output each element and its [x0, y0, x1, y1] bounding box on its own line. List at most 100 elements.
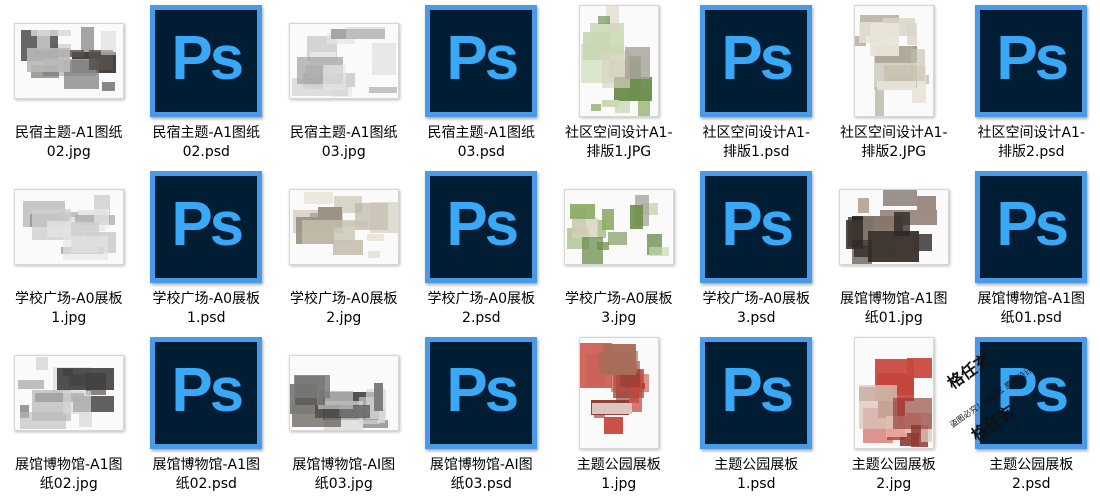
file-grid: 民宿主题-A1图纸 02.jpg Ps 民宿主题-A1图纸 02.psd 民宿主题-A… [0, 0, 1100, 496]
psd-file-item[interactable]: Ps 展馆博物馆-AI图 纸03.psd [413, 332, 551, 496]
jpg-file-item[interactable]: 民宿主题-A1图纸 02.jpg [0, 0, 138, 166]
psd-file-item[interactable]: Ps 社区空间设计A1- 排版1.psd [688, 0, 826, 166]
file-name-label: 学校广场-A0展板 1.jpg [14, 291, 123, 326]
psd-file-item[interactable]: Ps 学校广场-A0展板 3.psd [688, 166, 826, 332]
photoshop-icon: Ps [425, 5, 538, 117]
file-icon-area [559, 2, 679, 120]
image-thumbnail [13, 189, 124, 265]
photoshop-icon: Ps [425, 171, 538, 283]
image-thumbnail [853, 5, 934, 117]
file-name-label: 主题公园展板 2.jpg [851, 457, 936, 492]
file-icon-area: Ps [421, 2, 541, 120]
photoshop-icon: Ps [150, 171, 263, 283]
jpg-file-item[interactable]: 民宿主题-A1图纸 03.jpg [275, 0, 413, 166]
file-name-label: 社区空间设计A1- 排版1.psd [702, 125, 811, 160]
photoshop-icon: Ps [975, 337, 1088, 449]
image-thumbnail [578, 5, 659, 117]
jpg-file-item[interactable]: 主题公园展板 2.jpg [825, 332, 963, 496]
psd-file-item[interactable]: Ps 主题公园展板 2.psd [963, 332, 1100, 496]
file-name-label: 学校广场-A0展板 2.jpg [289, 291, 398, 326]
image-thumbnail [563, 189, 674, 265]
file-name-label: 民宿主题-A1图纸 02.jpg [14, 125, 123, 160]
file-icon-area: Ps [146, 2, 266, 120]
photoshop-icon-text: Ps [446, 190, 519, 259]
file-name-label: 社区空间设计A1- 排版1.JPG [564, 125, 673, 160]
photoshop-icon: Ps [975, 5, 1088, 117]
file-name-label: 展馆博物馆-A1图 纸02.psd [152, 457, 261, 492]
file-icon-area: Ps [146, 168, 266, 286]
file-icon-area: Ps [146, 334, 266, 452]
file-icon-area: Ps [971, 2, 1091, 120]
psd-file-item[interactable]: Ps 学校广场-A0展板 2.psd [413, 166, 551, 332]
photoshop-icon-text: Ps [171, 356, 244, 425]
psd-file-item[interactable]: Ps 展馆博物馆-A1图 纸01.psd [963, 166, 1100, 332]
file-name-label: 学校广场-A0展板 3.jpg [564, 291, 673, 326]
photoshop-icon-text: Ps [171, 24, 244, 93]
psd-file-item[interactable]: Ps 民宿主题-A1图纸 02.psd [138, 0, 276, 166]
file-icon-area [834, 168, 954, 286]
photoshop-icon-text: Ps [996, 356, 1069, 425]
file-name-label: 民宿主题-A1图纸 03.psd [427, 125, 536, 160]
file-icon-area [284, 2, 404, 120]
jpg-file-item[interactable]: 展馆博物馆-A1图 纸02.jpg [0, 332, 138, 496]
file-name-label: 民宿主题-A1图纸 03.jpg [289, 125, 398, 160]
photoshop-icon-text: Ps [721, 356, 794, 425]
file-name-label: 展馆博物馆-AI图 纸03.jpg [292, 457, 396, 492]
photoshop-icon: Ps [975, 171, 1088, 283]
photoshop-icon-text: Ps [171, 190, 244, 259]
file-icon-area: Ps [421, 168, 541, 286]
file-icon-area [559, 168, 679, 286]
file-icon-area [834, 2, 954, 120]
file-name-label: 展馆博物馆-A1图 纸01.jpg [839, 291, 948, 326]
jpg-file-item[interactable]: 展馆博物馆-AI图 纸03.jpg [275, 332, 413, 496]
photoshop-icon-text: Ps [996, 190, 1069, 259]
file-name-label: 学校广场-A0展板 2.psd [427, 291, 536, 326]
psd-file-item[interactable]: Ps 社区空间设计A1- 排版2.psd [963, 0, 1100, 166]
jpg-file-item[interactable]: 学校广场-A0展板 3.jpg [550, 166, 688, 332]
file-name-label: 展馆博物馆-A1图 纸02.jpg [14, 457, 123, 492]
file-name-label: 展馆博物馆-AI图 纸03.psd [429, 457, 533, 492]
file-name-label: 学校广场-A0展板 1.psd [152, 291, 261, 326]
psd-file-item[interactable]: Ps 民宿主题-A1图纸 03.psd [413, 0, 551, 166]
file-icon-area: Ps [696, 334, 816, 452]
file-name-label: 学校广场-A0展板 3.psd [702, 291, 811, 326]
photoshop-icon-text: Ps [446, 24, 519, 93]
file-icon-area: Ps [696, 168, 816, 286]
file-name-label: 主题公园展板 1.psd [714, 457, 799, 492]
image-thumbnail [853, 337, 934, 449]
photoshop-icon-text: Ps [721, 24, 794, 93]
psd-file-item[interactable]: Ps 主题公园展板 1.psd [688, 332, 826, 496]
file-name-label: 主题公园展板 2.psd [989, 457, 1074, 492]
image-thumbnail [288, 189, 399, 265]
file-icon-area [559, 334, 679, 452]
file-icon-area [284, 334, 404, 452]
file-icon-area [284, 168, 404, 286]
file-name-label: 主题公园展板 1.jpg [576, 457, 661, 492]
file-icon-area: Ps [971, 334, 1091, 452]
image-thumbnail [838, 189, 949, 265]
photoshop-icon-text: Ps [996, 24, 1069, 93]
image-thumbnail [13, 23, 124, 99]
jpg-file-item[interactable]: 展馆博物馆-A1图 纸01.jpg [825, 166, 963, 332]
file-icon-area [834, 334, 954, 452]
photoshop-icon-text: Ps [721, 190, 794, 259]
photoshop-icon: Ps [425, 337, 538, 449]
jpg-file-item[interactable]: 社区空间设计A1- 排版2.JPG [825, 0, 963, 166]
file-name-label: 社区空间设计A1- 排版2.JPG [839, 125, 948, 160]
psd-file-item[interactable]: Ps 展馆博物馆-A1图 纸02.psd [138, 332, 276, 496]
photoshop-icon: Ps [700, 5, 813, 117]
file-icon-area [9, 334, 129, 452]
jpg-file-item[interactable]: 学校广场-A0展板 1.jpg [0, 166, 138, 332]
file-icon-area: Ps [971, 168, 1091, 286]
jpg-file-item[interactable]: 社区空间设计A1- 排版1.JPG [550, 0, 688, 166]
photoshop-icon-text: Ps [446, 356, 519, 425]
file-name-label: 展馆博物馆-A1图 纸01.psd [977, 291, 1086, 326]
jpg-file-item[interactable]: 主题公园展板 1.jpg [550, 332, 688, 496]
photoshop-icon: Ps [700, 337, 813, 449]
psd-file-item[interactable]: Ps 学校广场-A0展板 1.psd [138, 166, 276, 332]
file-name-label: 民宿主题-A1图纸 02.psd [152, 125, 261, 160]
file-name-label: 社区空间设计A1- 排版2.psd [977, 125, 1086, 160]
jpg-file-item[interactable]: 学校广场-A0展板 2.jpg [275, 166, 413, 332]
image-thumbnail [288, 23, 399, 99]
file-icon-area [9, 168, 129, 286]
